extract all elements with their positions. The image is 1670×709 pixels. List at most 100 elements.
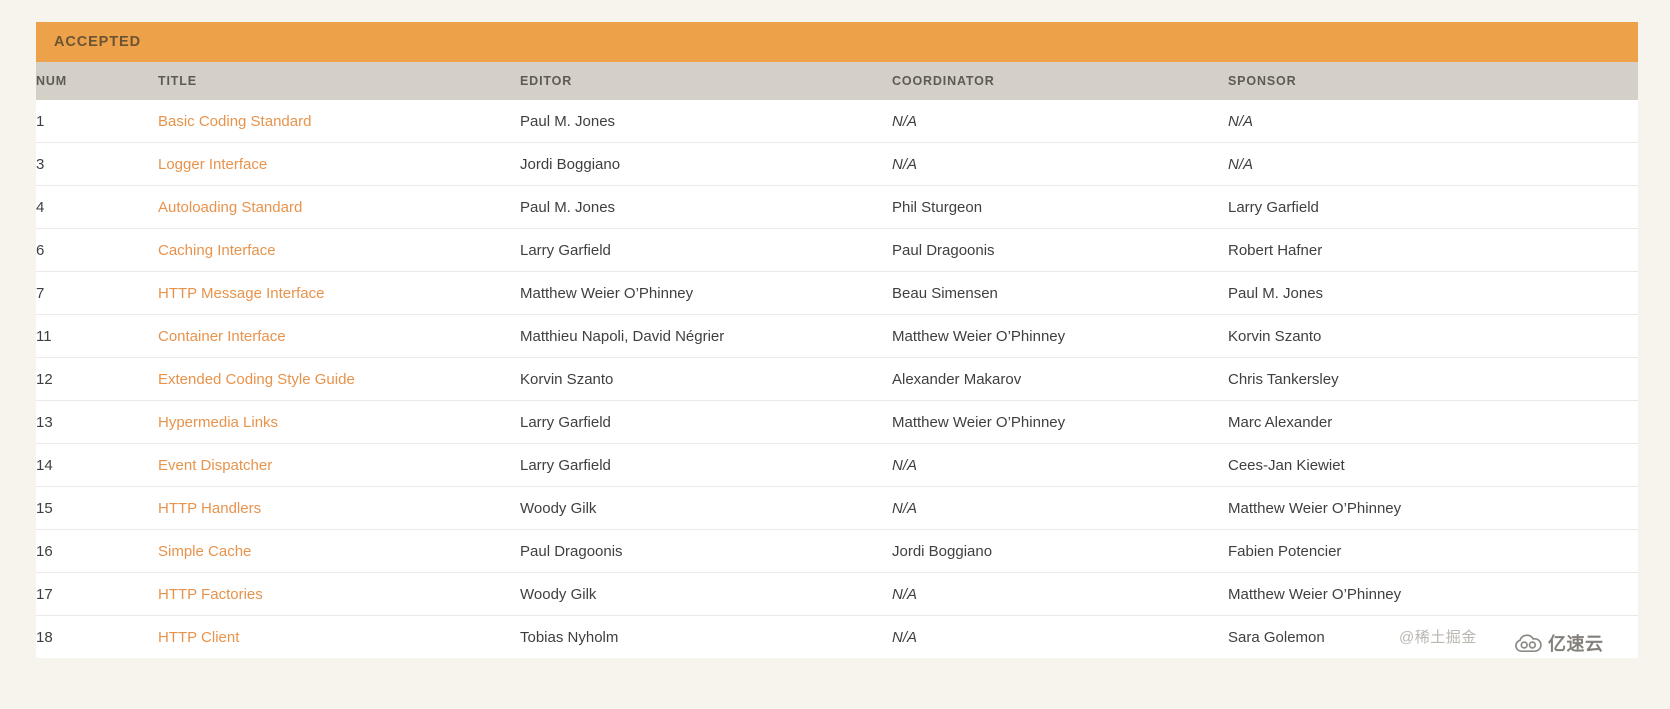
cell-sponsor: Chris Tankersley (1228, 357, 1638, 401)
cell-editor: Jordi Boggiano (520, 142, 892, 186)
psr-title-link[interactable]: Hypermedia Links (158, 414, 278, 431)
cell-editor: Tobias Nyholm (520, 615, 892, 658)
cell-sponsor: N/A (1228, 142, 1638, 186)
cell-editor: Larry Garfield (520, 443, 892, 487)
psr-title-link[interactable]: Event Dispatcher (158, 457, 272, 474)
column-header-title: TITLE (158, 74, 197, 88)
cell-editor: Paul Dragoonis (520, 529, 892, 573)
table-row: 15 HTTP Handlers Woody Gilk N/A Matthew Weie… (36, 486, 1638, 530)
cell-title: Caching Interface (158, 228, 520, 272)
psr-title-link[interactable]: Simple Cache (158, 543, 251, 560)
cell-num: 16 (36, 529, 158, 573)
cell-title: Event Dispatcher (158, 443, 520, 487)
psr-title-link[interactable]: Basic Coding Standard (158, 113, 311, 130)
table-row: 7 HTTP Message Interface Matthew Weier O’P… (36, 271, 1638, 315)
value-na: N/A (892, 112, 918, 130)
value-na: N/A (1228, 112, 1254, 130)
psr-title-link[interactable]: HTTP Factories (158, 586, 263, 603)
cell-coordinator: N/A (892, 486, 1228, 530)
cell-num: 1 (36, 112, 45, 130)
table-row: 3 Logger Interface Jordi Boggiano N/A N/A (36, 142, 1638, 186)
psr-title-link[interactable]: HTTP Message Interface (158, 285, 324, 302)
cell-sponsor: Matthew Weier O’Phinney (1228, 572, 1638, 616)
cell-num: 17 (36, 572, 158, 616)
cell-sponsor: Korvin Szanto (1228, 314, 1638, 358)
table-row: 11 Container Interface Matthieu Napoli, Da… (36, 314, 1638, 358)
column-header-num: NUM (36, 74, 68, 88)
psr-table: NUM TITLE EDITOR COORDINATOR SPONSOR 1 Ba… (36, 62, 1638, 658)
cell-editor: Larry Garfield (520, 400, 892, 444)
watermark-yisu-label: 亿速云 (1548, 634, 1604, 654)
cell-coordinator: Alexander Makarov (892, 357, 1228, 401)
table-row: 6 Caching Interface Larry Garfield Paul Dra… (36, 228, 1638, 272)
cell-editor: Paul M. Jones (520, 185, 892, 229)
cell-coordinator: N/A (892, 100, 1228, 143)
cell-coordinator: N/A (892, 615, 1228, 658)
cell-coordinator: N/A (892, 443, 1228, 487)
cell-coordinator: Jordi Boggiano (892, 529, 1228, 573)
cell-sponsor: Larry Garfield (1228, 185, 1638, 229)
cell-title: HTTP Handlers (158, 486, 520, 530)
cell-num: 18 (36, 615, 158, 658)
table-body: 1 Basic Coding Standard Paul M. Jones N/A N/… (36, 100, 1638, 658)
cell-editor: Paul M. Jones (520, 112, 616, 130)
table-header-row: NUM TITLE EDITOR COORDINATOR SPONSOR (36, 62, 1638, 100)
cell-editor: Matthieu Napoli, David Négrier (520, 314, 892, 358)
page-background: ACCEPTED NUM TITLE EDITOR COORDINATOR SP… (0, 0, 1670, 709)
cell-title: Basic Coding Standard (158, 100, 520, 143)
cell-title: HTTP Message Interface (158, 271, 520, 315)
section-header-accepted: ACCEPTED (36, 22, 1638, 62)
cell-num: 7 (36, 271, 158, 315)
watermark-juejin: @稀土掘金 (1399, 629, 1477, 646)
cell-coordinator: N/A (892, 572, 1228, 616)
cell-title: Simple Cache (158, 529, 520, 573)
table-header: NUM TITLE EDITOR COORDINATOR SPONSOR (36, 62, 1638, 100)
column-header-coordinator: COORDINATOR (892, 74, 995, 88)
cell-editor: Woody Gilk (520, 486, 892, 530)
cell-editor: Woody Gilk (520, 572, 892, 616)
psr-title-link[interactable]: Container Interface (158, 328, 286, 345)
cell-sponsor: N/A (1228, 100, 1638, 143)
psr-title-link[interactable]: Autoloading Standard (158, 199, 302, 216)
cell-sponsor: Cees-Jan Kiewiet (1228, 443, 1638, 487)
table-row: 14 Event Dispatcher Larry Garfield N/A Cees-… (36, 443, 1638, 487)
cell-sponsor: Marc Alexander (1228, 400, 1638, 444)
psr-title-link[interactable]: HTTP Client (158, 629, 239, 646)
cloud-icon (1513, 633, 1543, 653)
psr-title-link[interactable]: Caching Interface (158, 242, 276, 259)
cell-num: 11 (36, 314, 158, 358)
table-row: 16 Simple Cache Paul Dragoonis Jordi Boggia… (36, 529, 1638, 573)
cell-coordinator: Beau Simensen (892, 271, 1228, 315)
cell-title: Container Interface (158, 314, 520, 358)
value-na: N/A (1228, 155, 1254, 173)
cell-coordinator: Matthew Weier O’Phinney (892, 400, 1228, 444)
cell-title: Logger Interface (158, 142, 520, 186)
watermark-yisu: 亿速云 (1513, 630, 1604, 656)
column-header-sponsor: SPONSOR (1228, 74, 1297, 88)
psr-title-link[interactable]: Logger Interface (158, 156, 267, 173)
cell-num: 3 (36, 142, 158, 186)
cell-num: 13 (36, 400, 158, 444)
cell-coordinator: Paul Dragoonis (892, 228, 1228, 272)
value-na: N/A (892, 585, 918, 603)
table-row: 12 Extended Coding Style Guide Korvin Szan… (36, 357, 1638, 401)
cell-sponsor: Fabien Potencier (1228, 529, 1638, 573)
cell-num: 12 (36, 357, 158, 401)
value-na: N/A (892, 456, 918, 474)
psr-title-link[interactable]: HTTP Handlers (158, 500, 261, 517)
cell-num: 15 (36, 486, 158, 530)
value-na: N/A (892, 155, 918, 173)
table-row: 17 HTTP Factories Woody Gilk N/A Matthew Wei… (36, 572, 1638, 616)
column-header-editor: EDITOR (520, 74, 573, 88)
cell-sponsor: Paul M. Jones (1228, 271, 1638, 315)
cell-coordinator: N/A (892, 142, 1228, 186)
table-row: 18 HTTP Client Tobias Nyholm N/A Sara Golemo… (36, 615, 1638, 658)
cell-coordinator: Phil Sturgeon (892, 185, 1228, 229)
accepted-table-panel: ACCEPTED NUM TITLE EDITOR COORDINATOR SP… (36, 22, 1638, 658)
cell-editor: Korvin Szanto (520, 357, 892, 401)
cell-num: 4 (36, 185, 158, 229)
cell-sponsor: Robert Hafner (1228, 228, 1638, 272)
cell-editor: Larry Garfield (520, 228, 892, 272)
psr-title-link[interactable]: Extended Coding Style Guide (158, 371, 355, 388)
table-row: 1 Basic Coding Standard Paul M. Jones N/A N/… (36, 100, 1638, 143)
